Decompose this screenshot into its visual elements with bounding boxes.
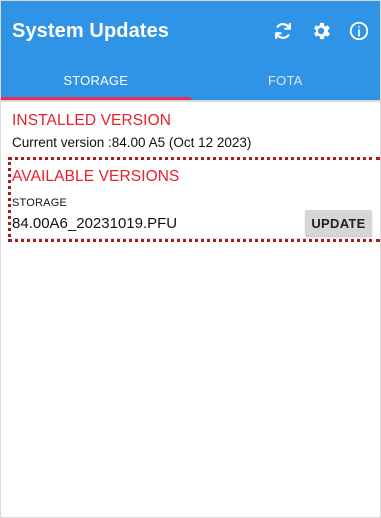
available-versions-header: AVAILABLE VERSIONS (12, 168, 180, 185)
gear-icon[interactable] (304, 14, 338, 48)
refresh-icon[interactable] (266, 14, 300, 48)
update-button[interactable]: UPDATE (305, 210, 372, 236)
version-source-label: STORAGE (12, 197, 67, 209)
app-bar: System Updates (1, 1, 380, 61)
tab-fota[interactable]: FOTA (191, 61, 381, 100)
tab-storage[interactable]: STORAGE (1, 61, 191, 100)
info-icon[interactable] (342, 14, 376, 48)
list-divider (12, 238, 372, 239)
tab-fota-label: FOTA (268, 73, 303, 88)
app-title: System Updates (12, 19, 170, 42)
app-window: System Updates STORAGE FOTA INSTALLED VE… (0, 0, 381, 518)
available-versions-section: AVAILABLE VERSIONS STORAGE 84.00A6_20231… (12, 168, 372, 245)
installed-version-section: INSTALLED VERSION Current version :84.00… (1, 112, 380, 150)
app-bar-actions (266, 14, 380, 48)
current-version-text: Current version :84.00 A5 (Oct 12 2023) (12, 135, 252, 150)
installed-version-header: INSTALLED VERSION (12, 112, 172, 129)
tab-bar: STORAGE FOTA (1, 61, 380, 100)
tab-selected-indicator (1, 97, 191, 100)
tab-storage-label: STORAGE (63, 73, 129, 88)
tab-shadow (1, 100, 380, 103)
